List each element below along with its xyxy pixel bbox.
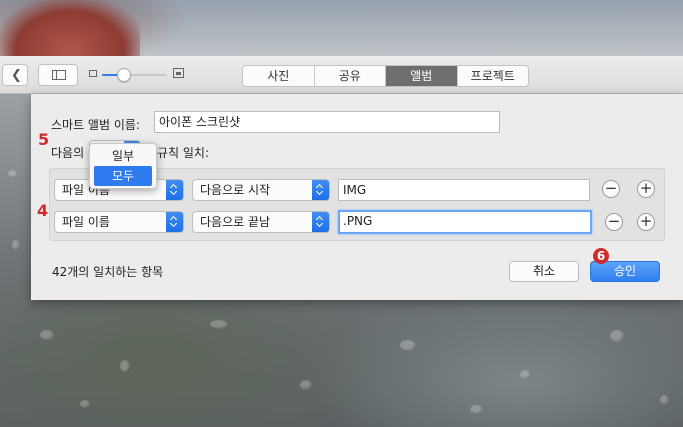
plus-icon: + <box>639 212 653 230</box>
select-arrows-icon <box>312 180 329 200</box>
small-photo-icon <box>89 70 97 77</box>
rule-1-value-input[interactable]: IMG <box>338 179 590 201</box>
match-prefix-label: 다음의 <box>51 146 85 160</box>
raindrop <box>520 370 531 379</box>
plus-icon: + <box>639 179 653 197</box>
rule-1-add-button[interactable]: + <box>637 180 655 198</box>
sidebar-icon <box>52 70 66 80</box>
select-arrows-icon <box>312 212 329 232</box>
match-suffix-label: 규칙 일치: <box>157 146 210 160</box>
rule-2-field-value: 파일 이름 <box>62 215 110 229</box>
raindrop <box>40 330 54 340</box>
step-marker-4: 4 <box>37 201 49 220</box>
step-marker-5: 5 <box>38 130 50 149</box>
raindrop <box>610 330 624 342</box>
menu-item-all[interactable]: 모두 <box>94 166 152 186</box>
rule-2-value-input[interactable]: .PNG <box>338 210 592 234</box>
rule-2-operator-select[interactable]: 다음으로 끝남 <box>192 211 330 233</box>
raindrop <box>210 320 228 329</box>
tab-photos[interactable]: 사진 <box>243 66 315 86</box>
rule-2-add-button[interactable]: + <box>637 213 655 231</box>
raindrop <box>470 405 483 414</box>
ok-button[interactable]: 승인 <box>590 261 660 282</box>
select-arrows-icon <box>166 212 183 232</box>
raindrop <box>80 400 90 408</box>
minus-icon: − <box>607 212 621 230</box>
raindrop <box>660 395 669 405</box>
zoom-slider-knob[interactable] <box>117 68 131 82</box>
large-photo-icon <box>173 68 184 78</box>
chevron-left-icon: ❮ <box>11 68 22 83</box>
album-name-label: 스마트 앨범 이름: <box>51 118 140 132</box>
raindrop <box>8 170 18 178</box>
rule-2-operator-value: 다음으로 끝남 <box>200 215 271 229</box>
rule-1-operator-select[interactable]: 다음으로 시작 <box>192 179 330 201</box>
raindrop <box>400 340 416 351</box>
match-count-label: 42개의 일치하는 항목 <box>52 265 164 279</box>
cancel-button[interactable]: 취소 <box>509 261 579 282</box>
rule-1-remove-button[interactable]: − <box>602 180 620 198</box>
match-mode-menu: 일부 모두 <box>89 143 157 189</box>
raindrop <box>300 380 312 390</box>
select-arrows-icon <box>166 180 183 200</box>
tab-albums[interactable]: 앨범 <box>386 66 458 86</box>
tab-shared[interactable]: 공유 <box>315 66 386 86</box>
sidebar-toggle-button[interactable] <box>38 64 78 86</box>
tab-projects[interactable]: 프로젝트 <box>458 66 529 86</box>
view-tabs: 사진 공유 앨범 프로젝트 <box>242 65 529 87</box>
album-name-input[interactable]: 아이폰 스크린샷 <box>154 111 500 133</box>
back-button[interactable]: ❮ <box>2 64 28 86</box>
raindrop <box>120 360 130 372</box>
rule-2-field-select[interactable]: 파일 이름 <box>54 211 184 233</box>
background-mountain <box>0 0 140 56</box>
rule-2-remove-button[interactable]: − <box>605 213 623 231</box>
step-marker-6: 6 <box>593 248 609 264</box>
minus-icon: − <box>604 179 618 197</box>
rule-1-operator-value: 다음으로 시작 <box>200 183 271 197</box>
menu-item-some[interactable]: 일부 <box>94 146 152 166</box>
raindrop <box>12 240 20 250</box>
